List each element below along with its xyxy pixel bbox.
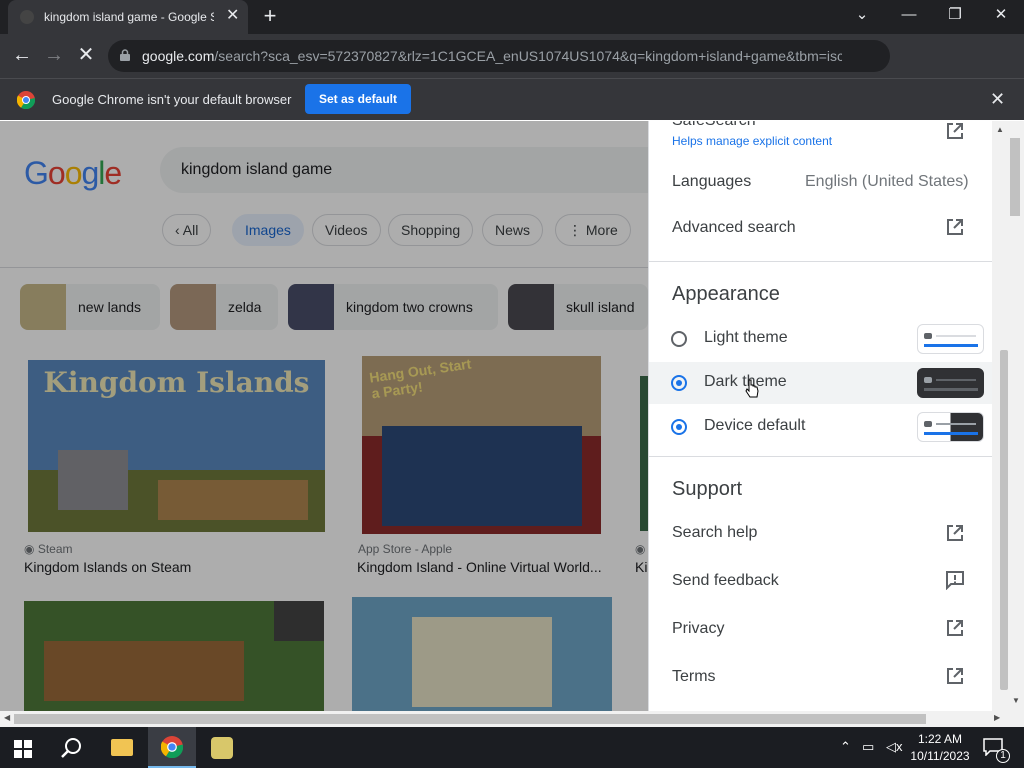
theme-option-light[interactable]: Light theme bbox=[649, 317, 992, 361]
page-scroll-thumb[interactable] bbox=[1010, 138, 1020, 216]
scroll-down-icon[interactable]: ▼ bbox=[1012, 696, 1020, 705]
browser-toolbar: ← → ✕ google.com/search?sca_esv=57237082… bbox=[0, 34, 1024, 100]
device-default-label: Device default bbox=[704, 417, 806, 434]
dark-theme-preview bbox=[917, 368, 984, 398]
clock-date[interactable]: 10/11/2023 bbox=[907, 749, 973, 763]
appearance-heading: Appearance bbox=[672, 283, 780, 305]
open-external-icon[interactable] bbox=[945, 523, 965, 543]
default-browser-infobar: Google Chrome isn't your default browser… bbox=[0, 78, 1024, 120]
scroll-up-icon[interactable]: ▲ bbox=[996, 125, 1004, 134]
notification-count-badge: 1 bbox=[996, 749, 1010, 763]
lock-icon bbox=[120, 49, 130, 61]
feedback-icon[interactable] bbox=[945, 570, 965, 590]
forward-button[interactable]: → bbox=[42, 44, 66, 68]
restore-button[interactable]: ❐ bbox=[941, 4, 969, 28]
scroll-right-icon[interactable]: ▶ bbox=[994, 713, 1000, 722]
light-theme-preview bbox=[917, 324, 984, 354]
tab-search-icon[interactable]: ⌄ bbox=[848, 4, 876, 28]
windows-start-icon[interactable] bbox=[14, 740, 32, 758]
tab-strip: kingdom island game - Google Search ✕ + … bbox=[0, 0, 1024, 34]
browser-tab[interactable]: kingdom island game - Google Search ✕ bbox=[8, 0, 248, 34]
back-button[interactable]: ← bbox=[10, 44, 34, 68]
file-explorer-icon[interactable] bbox=[111, 739, 133, 756]
privacy-link[interactable]: Privacy bbox=[672, 620, 724, 638]
languages-label[interactable]: Languages bbox=[672, 173, 751, 191]
safesearch-label[interactable]: SafeSearch bbox=[672, 121, 756, 130]
light-theme-radio[interactable] bbox=[671, 331, 687, 347]
advanced-search-link[interactable]: Advanced search bbox=[672, 219, 796, 237]
infobar-close-icon[interactable]: ✕ bbox=[990, 89, 1005, 110]
search-help-link[interactable]: Search help bbox=[672, 524, 757, 542]
device-default-radio[interactable] bbox=[671, 419, 687, 435]
tab-favicon-icon bbox=[20, 10, 34, 24]
support-heading: Support bbox=[672, 478, 743, 500]
send-feedback-link[interactable]: Send feedback bbox=[672, 572, 779, 590]
theme-option-device-default[interactable]: Device default bbox=[649, 406, 992, 448]
address-bar[interactable]: google.com/search?sca_esv=572370827&rlz=… bbox=[108, 40, 890, 72]
minimize-button[interactable]: — bbox=[895, 4, 923, 28]
safesearch-subtext[interactable]: Helps manage explicit content bbox=[672, 134, 832, 148]
languages-value[interactable]: English (United States) bbox=[805, 173, 969, 191]
close-window-button[interactable]: ✕ bbox=[987, 4, 1015, 28]
panel-scroll-thumb[interactable] bbox=[1000, 350, 1008, 690]
network-icon[interactable]: ▭ bbox=[862, 739, 874, 755]
terms-link[interactable]: Terms bbox=[672, 668, 716, 686]
app-taskbar-icon[interactable] bbox=[211, 737, 233, 759]
light-theme-label: Light theme bbox=[704, 329, 788, 346]
chrome-logo-icon bbox=[17, 91, 35, 109]
tab-title: kingdom island game - Google Search bbox=[44, 10, 214, 24]
clock-time[interactable]: 1:22 AM bbox=[914, 732, 966, 746]
scroll-left-icon[interactable]: ◀ bbox=[4, 713, 10, 722]
horizontal-scroll-thumb[interactable] bbox=[14, 714, 926, 724]
tray-chevron-icon[interactable]: ⌃ bbox=[840, 739, 851, 755]
dark-theme-radio[interactable] bbox=[671, 375, 687, 391]
search-icon[interactable] bbox=[61, 737, 83, 759]
chrome-taskbar-button[interactable] bbox=[148, 727, 196, 768]
device-default-preview bbox=[917, 412, 984, 442]
url-text: google.com/search?sca_esv=572370827&rlz=… bbox=[142, 48, 842, 64]
open-external-icon[interactable] bbox=[945, 666, 965, 686]
open-external-icon[interactable] bbox=[945, 217, 965, 237]
chrome-icon bbox=[161, 736, 183, 758]
windows-taskbar: ⌃ ▭ ◁x 1:22 AM 10/11/2023 1 bbox=[0, 727, 1024, 768]
section-divider bbox=[649, 456, 992, 457]
set-as-default-button[interactable]: Set as default bbox=[305, 84, 411, 114]
open-external-icon[interactable] bbox=[945, 618, 965, 638]
section-divider bbox=[649, 261, 992, 262]
infobar-message: Google Chrome isn't your default browser bbox=[52, 92, 292, 107]
quick-settings-panel: SafeSearch Helps manage explicit content… bbox=[648, 121, 992, 711]
mouse-pointer-icon bbox=[745, 379, 759, 398]
theme-option-dark[interactable]: Dark theme bbox=[649, 362, 992, 404]
stop-loading-button[interactable]: ✕ bbox=[74, 44, 98, 68]
volume-muted-icon[interactable]: ◁x bbox=[886, 739, 903, 755]
open-external-icon[interactable] bbox=[945, 121, 965, 141]
close-tab-icon[interactable]: ✕ bbox=[226, 7, 239, 25]
page-overlay[interactable] bbox=[0, 121, 648, 711]
new-tab-button[interactable]: + bbox=[258, 4, 282, 28]
